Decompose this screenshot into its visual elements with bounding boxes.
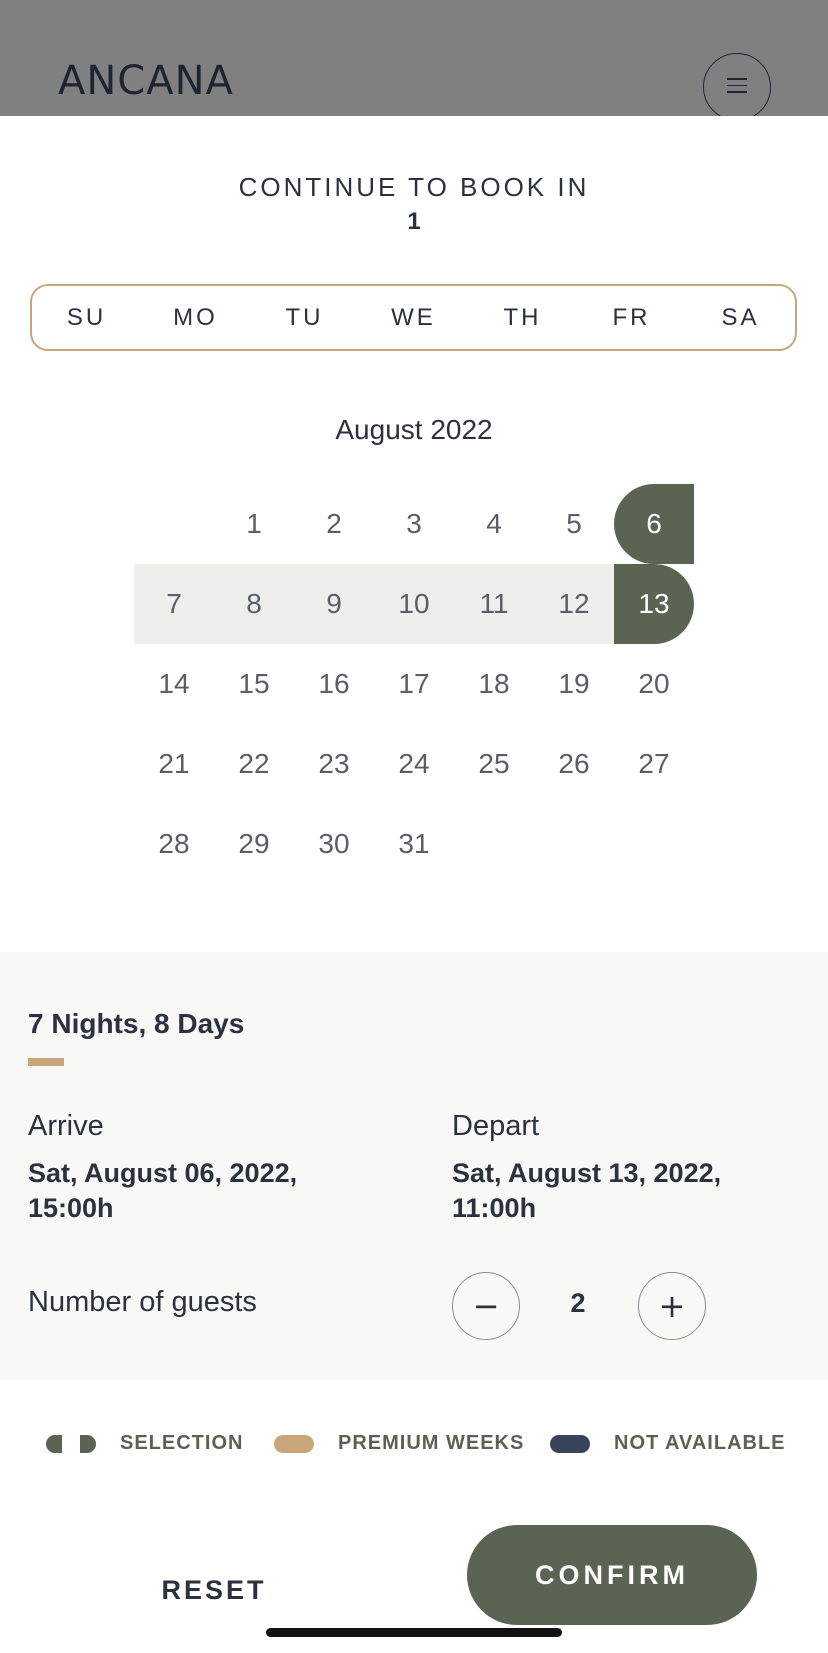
calendar-day-19[interactable]: 19 [534,644,614,724]
calendar-day-2[interactable]: 2 [294,484,374,564]
continue-count: 1 [407,208,421,235]
calendar-day-13[interactable]: 13 [614,564,694,644]
legend-not-available: NOT AVAILABLE [550,1432,786,1455]
calendar-day-26[interactable]: 26 [534,724,614,804]
nights-underline [28,1058,64,1066]
continue-label: CONTINUE TO BOOK IN [238,172,590,202]
selection-swatch-start [46,1434,62,1453]
calendar-day-20[interactable]: 20 [614,644,694,724]
selection-swatch-end [80,1434,96,1453]
calendar-day-3[interactable]: 3 [374,484,454,564]
calendar-day-17[interactable]: 17 [374,644,454,724]
menu-button[interactable] [703,53,771,121]
calendar-day-23[interactable]: 23 [294,724,374,804]
legend-selection: SELECTION [46,1432,243,1455]
calendar-day-22[interactable]: 22 [214,724,294,804]
calendar-day-24[interactable]: 24 [374,724,454,804]
calendar-day-28[interactable]: 28 [134,804,214,884]
month-title: August 2022 [335,414,493,445]
calendar-day-16[interactable]: 16 [294,644,374,724]
booking-summary: 7 Nights, 8 Days Arrive Sat, August 06, … [0,952,828,1380]
weekday-mo: MO [173,303,218,331]
brand-logo: ANCANA [58,58,234,104]
arrive-label: Arrive [28,1110,104,1142]
legend-not-available-label: NOT AVAILABLE [614,1432,786,1454]
hamburger-icon [727,78,747,94]
calendar-legend: SELECTION PREMIUM WEEKS NOT AVAILABLE [0,1432,828,1472]
calendar-day-8[interactable]: 8 [214,564,294,644]
calendar-day-9[interactable]: 9 [294,564,374,644]
calendar-day-6[interactable]: 6 [614,484,694,564]
depart-label: Depart [452,1110,540,1142]
guests-label: Number of guests [28,1286,257,1318]
calendar-day-10[interactable]: 10 [374,564,454,644]
nights-summary: 7 Nights, 8 Days [28,1008,245,1039]
legend-premium: PREMIUM WEEKS [274,1432,524,1455]
calendar-day-29[interactable]: 29 [214,804,294,884]
calendar-day-12[interactable]: 12 [534,564,614,644]
not-available-swatch [550,1434,590,1453]
calendar-day-14[interactable]: 14 [134,644,214,724]
calendar-day-18[interactable]: 18 [454,644,534,724]
header-overlay: ANCANA [0,0,828,121]
weekday-th: TH [503,303,542,331]
weekday-tu: TU [285,303,324,331]
weekday-fr: FR [612,303,651,331]
weekday-su: SU [66,303,107,331]
reset-button[interactable]: RESET [114,1560,314,1620]
calendar-day-4[interactable]: 4 [454,484,534,564]
legend-selection-label: SELECTION [120,1432,244,1454]
calendar-day-31[interactable]: 31 [374,804,454,884]
home-indicator [266,1628,562,1637]
premium-swatch [274,1434,314,1453]
minus-icon: − [472,1287,500,1325]
calendar-day-30[interactable]: 30 [294,804,374,884]
calendar-day-21[interactable]: 21 [134,724,214,804]
decrease-guests-button[interactable]: − [452,1272,520,1340]
guests-count: 2 [570,1288,586,1318]
calendar-day-1[interactable]: 1 [214,484,294,564]
arrive-value: Sat, August 06, 2022, 15:00h [28,1158,298,1223]
increase-guests-button[interactable]: + [638,1272,706,1340]
confirm-button[interactable]: CONFIRM [467,1525,757,1625]
plus-icon: + [658,1287,686,1325]
legend-premium-label: PREMIUM WEEKS [338,1432,525,1454]
weekday-sa: SA [721,303,760,331]
weekday-header: SU MO TU WE TH FR SA [30,284,797,351]
calendar-day-25[interactable]: 25 [454,724,534,804]
calendar-day-11[interactable]: 11 [454,564,534,644]
weekday-we: WE [391,303,436,331]
calendar-day-5[interactable]: 5 [534,484,614,564]
calendar-day-15[interactable]: 15 [214,644,294,724]
depart-value: Sat, August 13, 2022, 11:00h [452,1158,722,1223]
calendar-day-7[interactable]: 7 [134,564,214,644]
calendar-day-27[interactable]: 27 [614,724,694,804]
booking-sheet: CONTINUE TO BOOK IN 1 SU MO TU WE TH FR … [0,116,828,1653]
